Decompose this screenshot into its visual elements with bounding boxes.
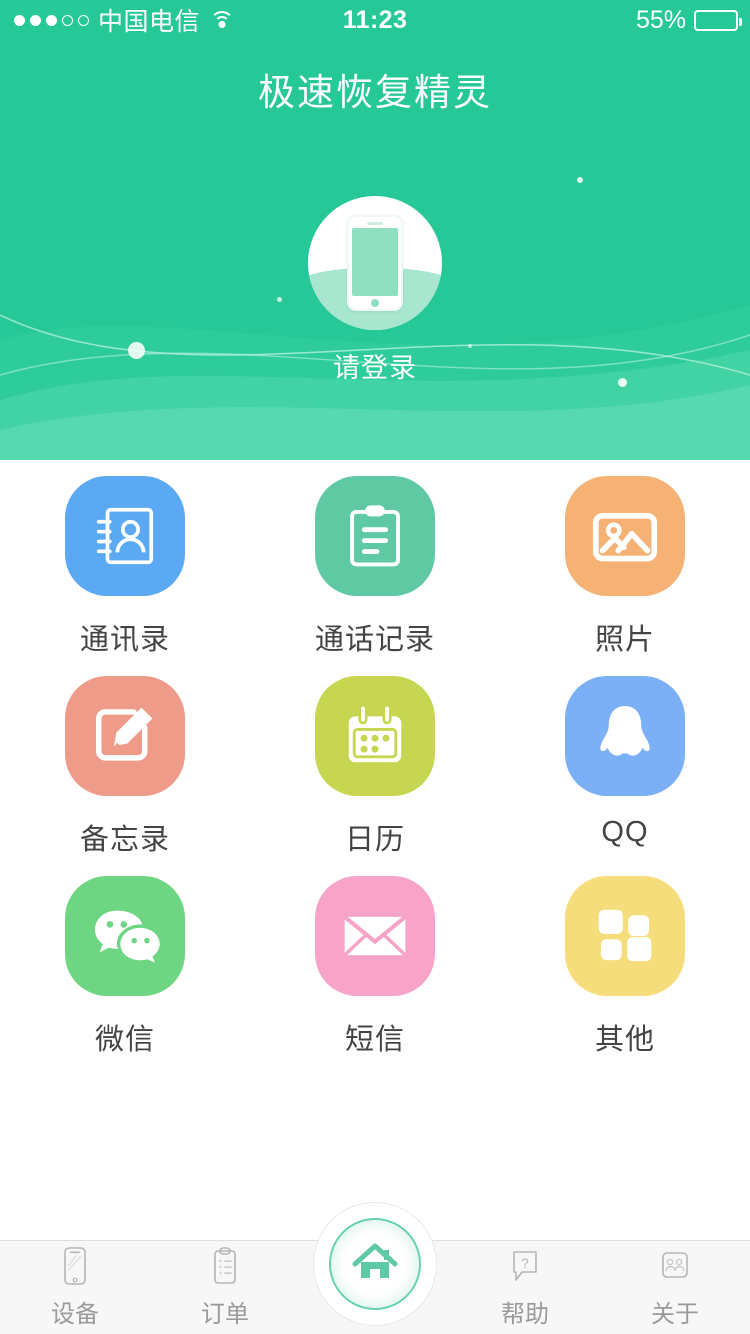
grid-item-photo[interactable]: 照片	[500, 460, 750, 660]
calendar-icon[interactable]	[314, 676, 435, 796]
page-title: 极速恢复精灵	[258, 72, 492, 113]
photo-icon[interactable]	[564, 476, 685, 596]
grid-item-label: 照片	[594, 624, 655, 656]
phone-illustration	[347, 215, 403, 311]
status-bar-time: 11:23	[342, 5, 408, 34]
grid-item-label: QQ	[601, 816, 649, 848]
grid-item-label: 日历	[344, 824, 405, 856]
grid-item-wechat[interactable]: 微信	[0, 860, 250, 1060]
grid-item-sms[interactable]: 短信	[250, 860, 500, 1060]
battery-icon	[694, 9, 742, 31]
grid-item-label: 通讯录	[79, 624, 170, 656]
sms-icon[interactable]	[314, 876, 435, 996]
qq-icon[interactable]	[564, 676, 685, 796]
svg-text:?: ?	[521, 1255, 529, 1271]
phone-home-button	[371, 299, 379, 307]
other-icon[interactable]	[564, 876, 685, 996]
phone-speaker	[367, 222, 383, 225]
login-label[interactable]: 请登录	[333, 346, 417, 385]
grid-item-notes[interactable]: 备忘录	[0, 660, 250, 860]
help-icon: ?	[507, 1246, 543, 1286]
phone-screen	[352, 228, 398, 296]
status-bar: 中国电信 11:23 55%	[0, 0, 750, 40]
grid-item-label: 备忘录	[79, 824, 170, 856]
grid-item-qq[interactable]: QQ	[500, 660, 750, 860]
tab-help[interactable]: ? 帮助	[450, 1241, 600, 1334]
header-panel: 极速恢复精灵 请登录	[0, 0, 750, 460]
decorative-dot	[577, 177, 583, 183]
phone-avatar-icon[interactable]	[308, 196, 442, 330]
grid-item-label: 其他	[594, 1024, 655, 1056]
contacts-icon[interactable]	[64, 476, 185, 596]
tab-label: 帮助	[501, 1301, 549, 1328]
call-log-icon[interactable]	[314, 476, 435, 596]
grid-item-calendar[interactable]: 日历	[250, 660, 500, 860]
notes-icon[interactable]	[64, 676, 185, 796]
home-icon	[351, 1240, 399, 1289]
grid-item-other[interactable]: 其他	[500, 860, 750, 1060]
login-area[interactable]: 请登录	[0, 196, 750, 385]
wechat-icon[interactable]	[64, 876, 185, 996]
home-button[interactable]	[329, 1218, 421, 1310]
tab-device[interactable]: 设备	[0, 1241, 150, 1334]
tab-order[interactable]: 订单	[150, 1241, 300, 1334]
app-grid: 通讯录 通话记录 照片 备忘录 日历 QQ 微信 短信 其他	[0, 460, 750, 1060]
tab-label: 设备	[51, 1301, 99, 1328]
grid-item-label: 通话记录	[314, 624, 435, 656]
grid-item-label: 微信	[94, 1024, 155, 1056]
device-icon	[57, 1246, 93, 1286]
tab-about[interactable]: 关于	[600, 1241, 750, 1334]
grid-item-contacts[interactable]: 通讯录	[0, 460, 250, 660]
grid-item-label: 短信	[344, 1024, 405, 1056]
grid-item-call-log[interactable]: 通话记录	[250, 460, 500, 660]
tab-label: 订单	[201, 1301, 249, 1328]
tab-label: 关于	[651, 1301, 699, 1328]
order-icon	[207, 1246, 243, 1286]
about-icon	[657, 1246, 693, 1286]
